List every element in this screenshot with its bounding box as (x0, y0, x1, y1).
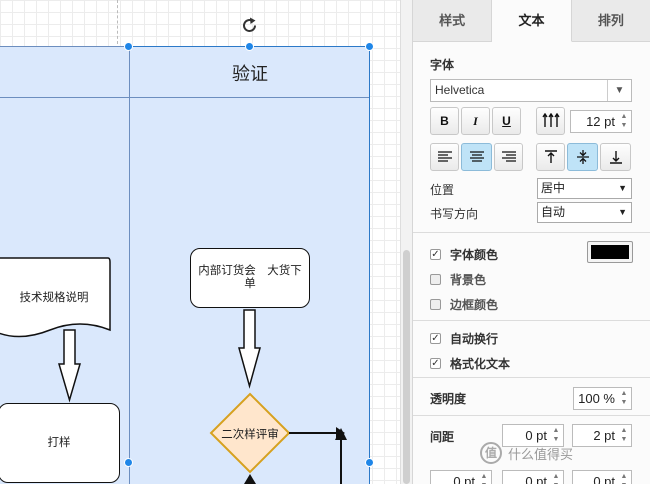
align-center-button[interactable] (461, 143, 492, 171)
resize-handle-top[interactable] (245, 42, 254, 51)
scrollbar-thumb[interactable] (403, 250, 410, 484)
background-color-checkbox[interactable]: 背景色 (430, 271, 486, 288)
document-node-label[interactable]: 技术规格说明 (0, 272, 110, 324)
resize-handle-left[interactable] (124, 458, 133, 467)
spacing-right-input[interactable]: 0 pt ▲▼ (572, 470, 632, 484)
tab-arrange[interactable]: 排列 (571, 0, 650, 41)
color-swatch-fill (591, 245, 629, 259)
formatted-text-label: 格式化文本 (450, 357, 511, 371)
checkbox-unchecked-icon (430, 299, 441, 310)
lane-title-verify[interactable]: 验证 (130, 60, 370, 86)
align-middle-button[interactable] (567, 143, 598, 171)
align-middle-icon (576, 150, 589, 164)
resize-handle-top-right[interactable] (365, 42, 374, 51)
resize-handle-top-left[interactable] (124, 42, 133, 51)
spacing-left-value: 0 pt (453, 474, 475, 484)
align-top-icon (544, 150, 557, 163)
word-wrap-checkbox[interactable]: ✓ 自动换行 (430, 330, 498, 347)
align-right-icon (501, 151, 516, 162)
watermark: 值 什么值得买 (480, 442, 573, 464)
spacing-top-value: 0 pt (525, 428, 547, 443)
spacing-left-stepper[interactable]: ▲▼ (478, 472, 490, 484)
spacing-left-input[interactable]: 0 pt ▲▼ (430, 470, 492, 484)
process-node-sample[interactable]: 打样 (0, 403, 120, 483)
align-bottom-button[interactable] (600, 143, 631, 171)
font-family-value: Helvetica (435, 83, 485, 97)
align-left-icon (437, 151, 452, 162)
bold-button[interactable]: B (430, 107, 459, 135)
section-divider (413, 320, 650, 321)
spacing-bottom-value: 0 pt (525, 474, 547, 484)
font-family-select[interactable]: Helvetica ▼ (430, 79, 632, 102)
selection-outline-right (369, 46, 370, 484)
position-label: 位置 (430, 183, 455, 197)
tab-text[interactable]: 文本 (492, 0, 572, 42)
chevron-down-icon: ▼ (607, 80, 631, 101)
rotate-icon[interactable] (240, 16, 260, 36)
diagram-canvas[interactable]: 验证 技术规格说明 内部订货会 大货下单 打样 二次样评审 (0, 0, 400, 484)
align-bottom-icon (609, 151, 622, 164)
opacity-label: 透明度 (430, 392, 467, 406)
font-color-label: 字体颜色 (450, 248, 499, 262)
spacing-global-stepper[interactable]: ▲ ▼ (618, 426, 630, 445)
spacing-bottom-input[interactable]: 0 pt ▲▼ (502, 470, 564, 484)
word-wrap-label: 自动换行 (450, 332, 499, 346)
tab-style[interactable]: 样式 (413, 0, 493, 41)
vertical-text-button[interactable] (536, 107, 565, 135)
position-value: 居中 (541, 181, 566, 195)
chevron-down-icon: ▼ (618, 207, 627, 217)
font-section-title: 字体 (430, 58, 455, 72)
formatted-text-checkbox[interactable]: ✓ 格式化文本 (430, 355, 510, 372)
spacing-bottom-stepper[interactable]: ▲▼ (550, 472, 562, 484)
resize-handle-right[interactable] (365, 458, 374, 467)
italic-button[interactable]: I (461, 107, 490, 135)
watermark-text: 什么值得买 (508, 446, 574, 462)
writing-direction-select[interactable]: 自动 ▼ (537, 202, 632, 223)
opacity-value: 100 % (578, 391, 615, 406)
position-select[interactable]: 居中 ▼ (537, 178, 632, 199)
checkbox-checked-icon: ✓ (430, 358, 441, 369)
opacity-input[interactable]: 100 % ▲ ▼ (573, 387, 632, 410)
watermark-logo-icon: 值 (480, 442, 502, 464)
checkbox-unchecked-icon (430, 274, 441, 285)
lane-divider (129, 46, 130, 484)
background-color-label: 背景色 (450, 273, 487, 287)
section-divider (413, 415, 650, 416)
opacity-stepper[interactable]: ▲ ▼ (618, 389, 630, 408)
spacing-label: 间距 (430, 430, 455, 444)
section-divider (413, 377, 650, 378)
alignment-guide (117, 0, 118, 44)
chevron-down-icon: ▼ (618, 183, 627, 193)
underline-button[interactable]: U (492, 107, 521, 135)
checkbox-checked-icon: ✓ (430, 333, 441, 344)
writing-direction-value: 自动 (541, 205, 566, 219)
vertical-text-icon (541, 113, 560, 127)
canvas-scrollbar[interactable] (400, 0, 412, 484)
panel-tabs: 样式 文本 排列 (413, 0, 650, 42)
font-size-value: 12 pt (586, 114, 615, 129)
process-node-order[interactable]: 内部订货会 大货下单 (190, 248, 310, 308)
spacing-right-value: 0 pt (593, 474, 615, 484)
border-color-label: 边框颜色 (450, 298, 499, 312)
border-color-checkbox[interactable]: 边框颜色 (430, 296, 498, 313)
format-panel: 样式 文本 排列 字体 Helvetica ▼ B I U 12 pt ▲ ▼ 位… (412, 0, 650, 484)
section-divider (413, 232, 650, 233)
checkbox-checked-icon: ✓ (430, 249, 441, 260)
spacing-global-input[interactable]: 2 pt ▲ ▼ (572, 424, 632, 447)
align-right-button[interactable] (494, 143, 523, 171)
align-top-button[interactable] (536, 143, 565, 171)
decision-label: 二次样评审 (221, 429, 279, 441)
spacing-right-stepper[interactable]: ▲▼ (618, 472, 630, 484)
font-color-swatch[interactable] (587, 241, 633, 263)
font-size-stepper[interactable]: ▲ ▼ (618, 112, 630, 131)
align-left-button[interactable] (430, 143, 459, 171)
writing-direction-label: 书写方向 (430, 207, 479, 221)
font-color-checkbox[interactable]: ✓ 字体颜色 (430, 246, 498, 263)
font-size-input[interactable]: 12 pt ▲ ▼ (570, 110, 632, 133)
spacing-global-value: 2 pt (593, 428, 615, 443)
lane-header-divider (0, 97, 370, 98)
align-center-icon (469, 151, 484, 162)
